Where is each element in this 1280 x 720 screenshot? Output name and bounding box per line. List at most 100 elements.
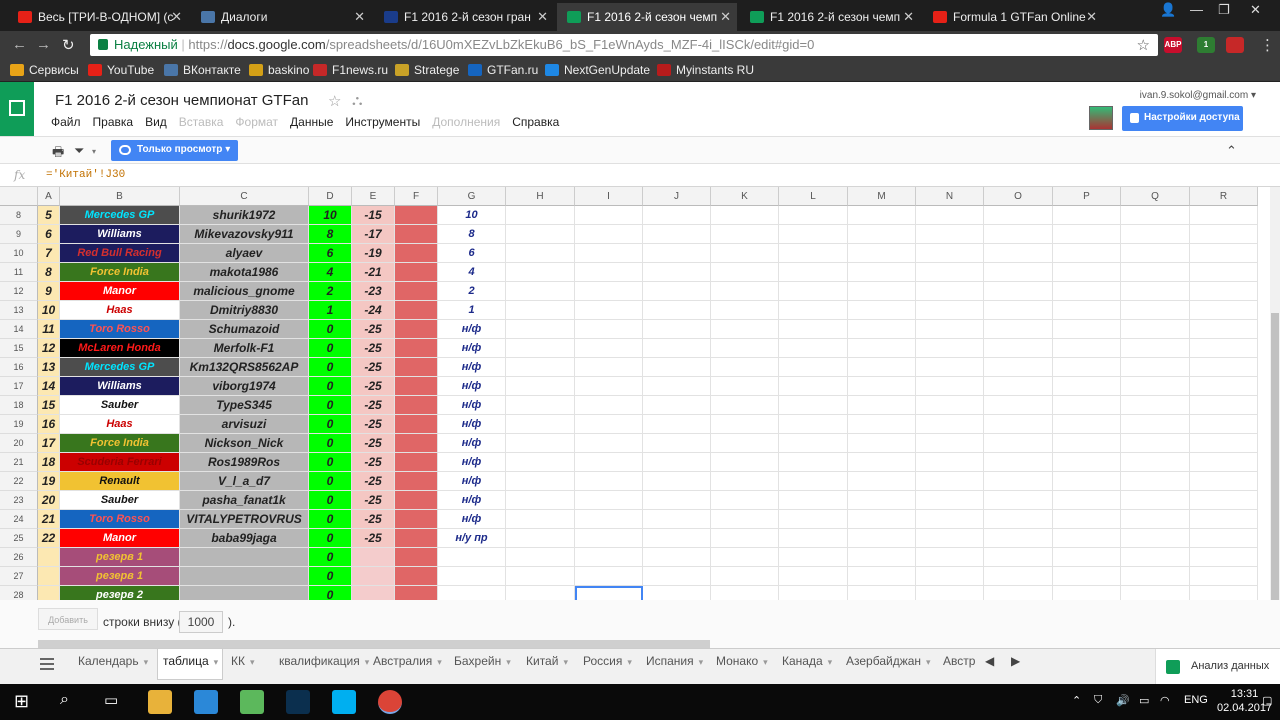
driver-cell[interactable]: Schumazoid xyxy=(180,320,309,339)
sheet-tab[interactable]: Китай ▾ xyxy=(526,654,568,668)
gap-cell[interactable]: -25 xyxy=(352,510,395,529)
empty-cell[interactable] xyxy=(984,491,1053,510)
empty-cell[interactable] xyxy=(506,434,575,453)
empty-cell[interactable] xyxy=(1190,453,1258,472)
empty-cell[interactable] xyxy=(984,301,1053,320)
sheet-tab[interactable]: Канада ▾ xyxy=(782,654,832,668)
empty-cell[interactable] xyxy=(643,263,711,282)
bookmark-item[interactable]: YouTube xyxy=(88,63,154,77)
empty-cell[interactable] xyxy=(848,377,916,396)
position-cell[interactable] xyxy=(38,548,60,567)
spreadsheet-grid[interactable]: A B C D E F G H I J K L M N O P Q R 8 5 Mercedes GP shurik197… xyxy=(0,187,1270,600)
menu-item[interactable]: Данные xyxy=(290,115,333,129)
forward-icon[interactable]: → xyxy=(36,36,51,53)
row-header[interactable]: 13 xyxy=(0,301,38,320)
points-cell[interactable]: 10 xyxy=(309,206,352,225)
column-header[interactable]: E xyxy=(352,187,395,206)
empty-cell[interactable] xyxy=(1053,377,1121,396)
row-header[interactable]: 21 xyxy=(0,453,38,472)
driver-cell[interactable]: Merfolk-F1 xyxy=(180,339,309,358)
team-cell[interactable]: Sauber xyxy=(60,396,180,415)
bookmark-item[interactable]: Сервисы xyxy=(10,63,79,77)
empty-cell[interactable] xyxy=(1190,244,1258,263)
empty-cell[interactable] xyxy=(575,282,643,301)
language-indicator[interactable]: ENG xyxy=(1184,694,1208,706)
position-cell[interactable]: 19 xyxy=(38,472,60,491)
result-cell[interactable]: н/ф xyxy=(438,453,506,472)
empty-cell[interactable] xyxy=(779,415,848,434)
column-header[interactable]: O xyxy=(984,187,1053,206)
empty-cell[interactable] xyxy=(779,434,848,453)
empty-cell[interactable] xyxy=(1053,453,1121,472)
empty-cell[interactable] xyxy=(779,377,848,396)
empty-cell[interactable] xyxy=(779,358,848,377)
team-cell[interactable]: Haas xyxy=(60,415,180,434)
marker-cell[interactable] xyxy=(395,282,438,301)
column-header[interactable]: F xyxy=(395,187,438,206)
empty-cell[interactable] xyxy=(506,206,575,225)
empty-cell[interactable] xyxy=(1053,263,1121,282)
column-header[interactable]: M xyxy=(848,187,916,206)
gap-cell[interactable]: -25 xyxy=(352,434,395,453)
team-cell[interactable]: Force India xyxy=(60,434,180,453)
column-header[interactable]: K xyxy=(711,187,779,206)
menu-item[interactable]: Справка xyxy=(512,115,559,129)
empty-cell[interactable] xyxy=(643,301,711,320)
empty-cell[interactable] xyxy=(1121,453,1190,472)
empty-cell[interactable] xyxy=(848,472,916,491)
empty-cell[interactable] xyxy=(916,225,984,244)
utorrent-icon[interactable] xyxy=(240,690,264,714)
chevron-down-icon[interactable]: ▾ xyxy=(699,657,704,667)
empty-cell[interactable] xyxy=(916,206,984,225)
empty-cell[interactable] xyxy=(643,472,711,491)
position-cell[interactable]: 17 xyxy=(38,434,60,453)
chevron-down-icon[interactable]: ▾ xyxy=(365,657,370,667)
adblock-icon[interactable]: ABP xyxy=(1164,37,1182,53)
bookmark-item[interactable]: ВКонтакте xyxy=(164,63,241,77)
empty-cell[interactable] xyxy=(984,396,1053,415)
empty-cell[interactable] xyxy=(575,510,643,529)
result-cell[interactable] xyxy=(438,548,506,567)
empty-cell[interactable] xyxy=(1121,491,1190,510)
empty-cell[interactable] xyxy=(643,586,711,600)
empty-cell[interactable] xyxy=(575,320,643,339)
empty-cell[interactable] xyxy=(1053,282,1121,301)
empty-cell[interactable] xyxy=(984,282,1053,301)
empty-cell[interactable] xyxy=(575,415,643,434)
sheet-tab[interactable]: Австралия ▾ xyxy=(373,654,442,668)
close-window-icon[interactable]: ✕ xyxy=(1250,2,1261,18)
empty-cell[interactable] xyxy=(984,320,1053,339)
team-cell[interactable]: Renault xyxy=(60,472,180,491)
empty-cell[interactable] xyxy=(711,282,779,301)
column-header[interactable]: Q xyxy=(1121,187,1190,206)
row-header[interactable]: 28 xyxy=(0,586,38,600)
horizontal-scrollbar[interactable] xyxy=(38,640,710,648)
empty-cell[interactable] xyxy=(779,491,848,510)
notifications-icon[interactable]: ▢ xyxy=(1262,694,1272,707)
empty-cell[interactable] xyxy=(711,415,779,434)
marker-cell[interactable] xyxy=(395,529,438,548)
column-header[interactable]: B xyxy=(60,187,180,206)
driver-cell[interactable]: pasha_fanat1k xyxy=(180,491,309,510)
chrome-icon[interactable] xyxy=(378,690,402,714)
empty-cell[interactable] xyxy=(575,244,643,263)
empty-cell[interactable] xyxy=(711,377,779,396)
empty-cell[interactable] xyxy=(1121,225,1190,244)
column-header[interactable]: J xyxy=(643,187,711,206)
empty-cell[interactable] xyxy=(711,586,779,600)
windows-start-icon[interactable]: ⊞ xyxy=(14,691,29,712)
filter-icon[interactable]: ⏷ xyxy=(74,143,84,159)
close-tab-icon[interactable]: ✕ xyxy=(903,9,914,25)
sheet-tab[interactable]: Испания ▾ xyxy=(646,654,703,668)
marker-cell[interactable] xyxy=(395,548,438,567)
empty-cell[interactable] xyxy=(506,377,575,396)
result-cell[interactable]: 4 xyxy=(438,263,506,282)
empty-cell[interactable] xyxy=(848,586,916,600)
empty-cell[interactable] xyxy=(916,529,984,548)
column-header[interactable]: R xyxy=(1190,187,1258,206)
points-cell[interactable]: 0 xyxy=(309,548,352,567)
row-header[interactable]: 26 xyxy=(0,548,38,567)
driver-cell[interactable]: VITALYPETROVRUS xyxy=(180,510,309,529)
result-cell[interactable]: н/ф xyxy=(438,320,506,339)
position-cell[interactable]: 20 xyxy=(38,491,60,510)
